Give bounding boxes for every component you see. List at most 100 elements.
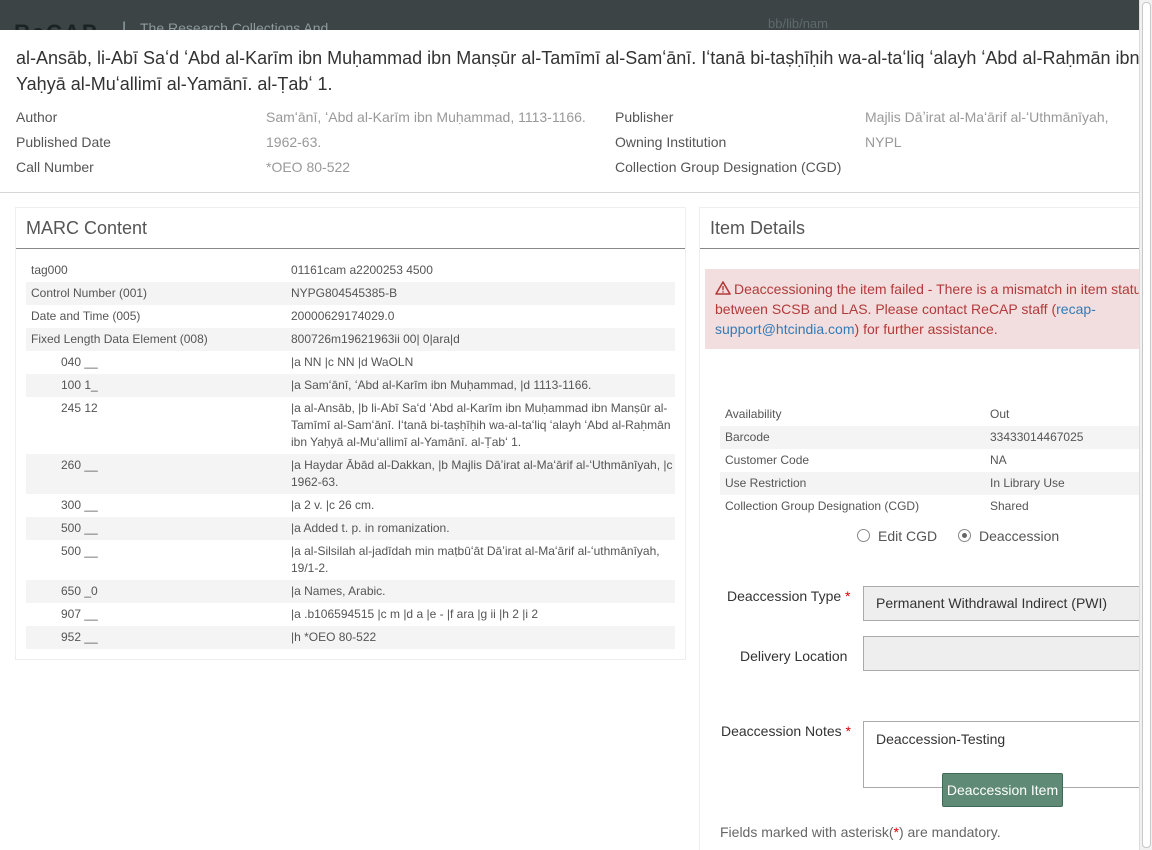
- marc-value: |a Samʻānī, ʻAbd al-Karīm ibn Muḥammad, …: [291, 378, 592, 392]
- background-text: bb/lib/nam: [768, 16, 828, 31]
- detail-label: Use Restriction: [725, 476, 807, 490]
- marc-tag: 040 __: [61, 355, 98, 369]
- call-number-label: Call Number: [16, 159, 94, 175]
- marc-tag: 907 __: [61, 607, 98, 621]
- detail-row: Collection Group Designation (CGD) Shared: [720, 495, 1139, 518]
- marc-value: |a al-Silsilah al-jadīdah min maṭbūʻāt D…: [291, 544, 660, 575]
- error-alert: Deaccessioning the item failed - There i…: [705, 269, 1139, 349]
- marc-tag: 260 __: [61, 458, 98, 472]
- published-date-label: Published Date: [16, 134, 111, 150]
- publisher-value: Majlis Dāʼirat al-Maʻārif al-ʻUthmānīyah…: [865, 109, 1109, 125]
- marc-tag: tag000: [31, 263, 68, 277]
- radio-selected-dot: [962, 533, 967, 538]
- call-number-value: *OEO 80-522: [266, 159, 351, 175]
- warning-icon: [715, 281, 731, 295]
- marc-row: Date and Time (005) 20000629174029.0: [26, 305, 675, 328]
- detail-row: Barcode 33433014467025: [720, 426, 1139, 449]
- detail-label: Collection Group Designation (CGD): [725, 499, 920, 513]
- deaccession-notes-label-text: Deaccession Notes: [721, 723, 842, 739]
- item-details-modal: al-Ansāb, li-Abī Saʻd ʻAbd al-Karīm ibn …: [0, 30, 1139, 850]
- edit-cgd-radio-label: Edit CGD: [878, 528, 938, 544]
- marc-tag: 650 _0: [61, 584, 98, 598]
- marc-content-panel: MARC Content tag000 01161cam a2200253 450…: [16, 208, 685, 659]
- modal-scrollbar[interactable]: [1139, 0, 1152, 850]
- marc-tag: Fixed Length Data Element (008): [31, 332, 208, 346]
- deaccession-type-select[interactable]: Permanent Withdrawal Indirect (PWI): [863, 586, 1139, 621]
- deaccession-item-button[interactable]: Deaccession Item: [942, 773, 1063, 807]
- marc-row: Control Number (001) NYPG804545385-B: [26, 282, 675, 305]
- marc-value: 800726m19621963ii 00| 0|ara|d: [291, 332, 460, 346]
- detail-row: Availability Out: [720, 403, 1139, 426]
- marc-value: NYPG804545385-B: [291, 286, 398, 300]
- marc-row: 040 __ |a NN |c NN |d WaOLN: [26, 351, 675, 374]
- footnote-prefix: Fields marked with asterisk(: [720, 824, 894, 840]
- publisher-label: Publisher: [615, 109, 674, 125]
- delivery-location-select[interactable]: [863, 636, 1139, 671]
- marc-value: |a Added t. p. in romanization.: [291, 521, 450, 535]
- detail-row: Customer Code NA: [720, 449, 1139, 472]
- marc-row: Fixed Length Data Element (008) 800726m19…: [26, 328, 675, 351]
- record-title: al-Ansāb, li-Abī Saʻd ʻAbd al-Karīm ibn …: [16, 48, 1139, 94]
- item-details-divider: [700, 248, 1139, 249]
- author-label: Author: [16, 109, 58, 125]
- error-alert-text: Deaccessioning the item failed - There i…: [715, 279, 1139, 339]
- detail-value: 33433014467025: [990, 430, 1084, 444]
- marc-value: 01161cam a2200253 4500: [291, 263, 433, 277]
- deaccession-radio-circle[interactable]: [958, 529, 971, 542]
- marc-tag: 245 12: [61, 401, 98, 415]
- owning-institution-value: NYPL: [865, 134, 902, 150]
- marc-row: 907 __ |a .b106594515 |c m |d a |e - |f a…: [26, 603, 675, 626]
- owning-institution-label: Owning Institution: [615, 134, 727, 150]
- marc-row: 260 __ |a Haydar Ābād al-Dakkan, |b Majli…: [26, 454, 675, 494]
- marc-tag: Control Number (001): [31, 286, 148, 300]
- detail-value: Out: [990, 407, 1010, 421]
- edit-cgd-radio-circle[interactable]: [857, 529, 870, 542]
- detail-label: Availability: [725, 407, 782, 421]
- marc-tag: 500 __: [61, 544, 98, 558]
- marc-value: |a NN |c NN |d WaOLN: [291, 355, 414, 369]
- header-divider: [0, 192, 1139, 193]
- required-mark: *: [845, 723, 851, 739]
- item-details-panel: Item Details Deaccessioning the item fai…: [700, 208, 1139, 850]
- marc-value: 20000629174029.0: [291, 309, 395, 323]
- marc-tag: 300 __: [61, 498, 98, 512]
- marc-row: 100 1_ |a Samʻānī, ʻAbd al-Karīm ibn Muḥa…: [26, 374, 675, 397]
- background-header: ReCAP | The Research Collections And bb/…: [0, 0, 1152, 32]
- detail-value: In Library Use: [990, 476, 1065, 490]
- deaccession-radio-label: Deaccession: [979, 528, 1060, 544]
- marc-tag: Date and Time (005): [31, 309, 141, 323]
- deaccession-type-label: Deaccession Type *: [727, 588, 850, 604]
- detail-label: Barcode: [725, 430, 770, 444]
- marc-row: 500 __ |a Added t. p. in romanization.: [26, 517, 675, 540]
- marc-row: tag000 01161cam a2200253 4500: [26, 259, 675, 282]
- detail-label: Customer Code: [725, 453, 810, 467]
- marc-panel-title: MARC Content: [26, 218, 148, 238]
- detail-row: Use Restriction In Library Use: [720, 472, 1139, 495]
- marc-value: |a .b106594515 |c m |d a |e - |f ara |g …: [291, 607, 539, 621]
- deaccession-type-label-text: Deaccession Type: [727, 588, 842, 604]
- marc-value: |a 2 v. |c 26 cm.: [291, 498, 375, 512]
- marc-panel-divider: [16, 248, 685, 249]
- marc-row: 650 _0 |a Names, Arabic.: [26, 580, 675, 603]
- author-value: Samʻānī, ʻAbd al-Karīm ibn Muḥammad, 111…: [266, 109, 586, 125]
- detail-value: Shared: [990, 499, 1029, 513]
- marc-tag: 500 __: [61, 521, 98, 535]
- marc-row: 245 12 |a al-Ansāb, |b li-Abī Saʻd ʻAbd a…: [26, 397, 675, 454]
- marc-tag: 100 1_: [61, 378, 98, 392]
- marc-value: |a Haydar Ābād al-Dakkan, |b Majlis Dāʼi…: [291, 458, 673, 489]
- alert-message-end: ) for further assistance.: [854, 321, 998, 337]
- published-date-value: 1962-63.: [266, 134, 322, 150]
- marc-value: |a al-Ansāb, |b li-Abī Saʻd ʻAbd al-Karī…: [291, 401, 671, 449]
- marc-tag: 952 __: [61, 630, 98, 644]
- scrollbar-thumb[interactable]: [1142, 2, 1151, 848]
- footnote-suffix: ) are mandatory.: [898, 824, 1001, 840]
- item-details-title: Item Details: [710, 218, 806, 238]
- marc-value: |h *OEO 80-522: [291, 630, 377, 644]
- marc-row: 952 __ |h *OEO 80-522: [26, 626, 675, 649]
- mandatory-fields-note: Fields marked with asterisk(*) are manda…: [720, 824, 1001, 840]
- detail-value: NA: [990, 453, 1007, 467]
- cgd-label: Collection Group Designation (CGD): [615, 159, 842, 175]
- delivery-location-label: Delivery Location: [740, 648, 848, 664]
- marc-row: 500 __ |a al-Silsilah al-jadīdah min maṭb…: [26, 540, 675, 580]
- marc-value: |a Names, Arabic.: [291, 584, 386, 598]
